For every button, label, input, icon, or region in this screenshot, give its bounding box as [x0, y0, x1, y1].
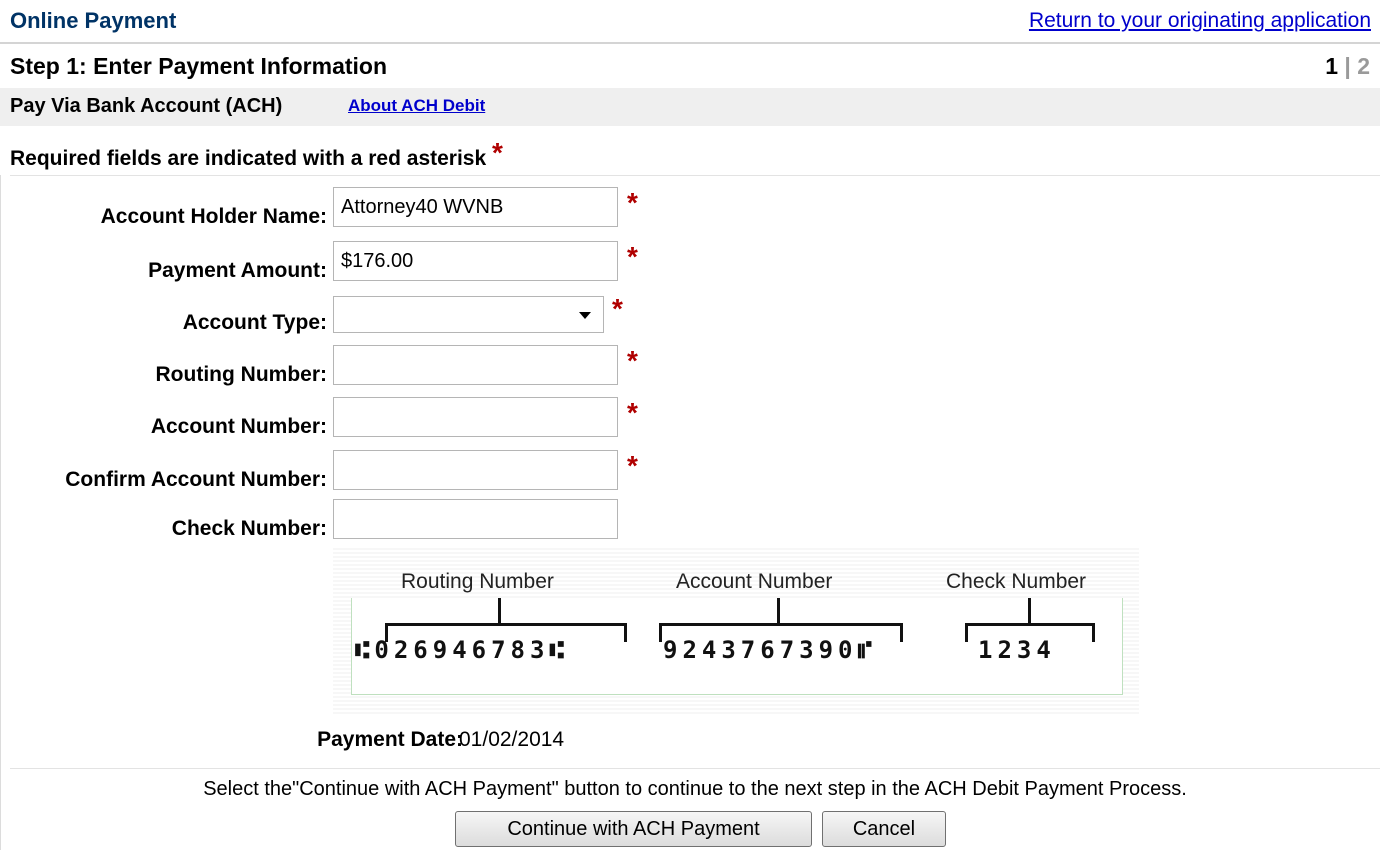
required-asterisk-icon: *	[612, 293, 623, 324]
payment-method-bar: Pay Via Bank Account (ACH) About ACH Deb…	[0, 88, 1380, 126]
routing-pointer	[498, 598, 501, 624]
account-holder-name-label: Account Holder Name:	[100, 205, 327, 228]
chevron-down-icon	[579, 312, 591, 319]
account-number-row: Account Number: *	[0, 397, 700, 441]
page-header: Online Payment Return to your originatin…	[0, 0, 1380, 44]
confirm-account-number-row: Confirm Account Number: *	[0, 450, 700, 494]
routing-number-label: Routing Number:	[155, 363, 327, 386]
about-ach-debit-link[interactable]: About ACH Debit	[348, 96, 485, 116]
step-indicator: 1 | 2	[1325, 53, 1370, 80]
account-pointer	[777, 598, 780, 624]
return-link[interactable]: Return to your originating application	[1029, 9, 1371, 33]
confirm-account-number-label: Confirm Account Number:	[65, 468, 327, 491]
divider	[10, 175, 1380, 176]
payment-amount-input[interactable]	[333, 241, 618, 281]
check-diagram-account-label: Account Number	[676, 570, 833, 593]
account-holder-name-input[interactable]	[333, 187, 618, 227]
payment-method-label: Pay Via Bank Account (ACH)	[10, 95, 283, 117]
step-current: 1	[1325, 53, 1338, 79]
micr-routing-digits: ⑆026946783⑆	[355, 636, 569, 664]
payment-amount-label: Payment Amount:	[148, 259, 327, 282]
account-type-select[interactable]	[333, 296, 604, 333]
required-asterisk-icon: *	[627, 241, 638, 272]
check-number-input[interactable]	[333, 499, 618, 539]
check-diagram-routing-label: Routing Number	[401, 570, 554, 593]
check-number-row: Check Number:	[0, 499, 700, 543]
payment-date-value: 01/02/2014	[459, 728, 565, 751]
step-title: Step 1: Enter Payment Information	[10, 53, 388, 79]
divider	[10, 768, 1380, 769]
check-diagram: Routing Number Account Number Check Numb…	[333, 548, 1139, 716]
account-number-label: Account Number:	[150, 415, 327, 438]
online-payment-page: Online Payment Return to your originatin…	[0, 0, 1390, 850]
required-note-text: Required fields are indicated with a red…	[10, 147, 487, 170]
instructions-text: Select the"Continue with ACH Payment" bu…	[203, 778, 1187, 800]
routing-number-input[interactable]	[333, 345, 618, 385]
required-asterisk-icon: *	[627, 345, 638, 376]
cancel-button[interactable]: Cancel	[822, 811, 946, 847]
payment-date-label: Payment Date:	[317, 728, 463, 751]
confirm-account-number-input[interactable]	[333, 450, 618, 490]
page-title: Online Payment	[10, 8, 177, 33]
required-asterisk-icon: *	[627, 450, 638, 481]
required-asterisk-icon: *	[627, 397, 638, 428]
step-separator: |	[1344, 53, 1351, 79]
check-pointer	[1028, 598, 1031, 624]
continue-with-ach-payment-button[interactable]: Continue with ACH Payment	[455, 811, 812, 847]
check-number-label: Check Number:	[171, 517, 327, 540]
account-number-input[interactable]	[333, 397, 618, 437]
step-header: Step 1: Enter Payment Information 1 | 2	[0, 44, 1380, 88]
micr-account-digits: 9243767390⑈	[663, 636, 877, 664]
check-diagram-check-label: Check Number	[946, 570, 1087, 593]
account-type-label: Account Type:	[182, 311, 327, 334]
required-asterisk-icon: *	[627, 187, 638, 218]
micr-check-digits: 1234	[978, 636, 1056, 664]
payment-amount-row: Payment Amount: *	[0, 241, 700, 285]
required-fields-note: Required fields are indicated with a red…	[10, 137, 503, 172]
step-next: 2	[1357, 53, 1370, 79]
account-type-row: Account Type: *	[0, 293, 700, 337]
account-holder-name-row: Account Holder Name: *	[0, 187, 700, 231]
required-asterisk-icon: *	[492, 137, 503, 168]
routing-number-row: Routing Number: *	[0, 345, 700, 389]
